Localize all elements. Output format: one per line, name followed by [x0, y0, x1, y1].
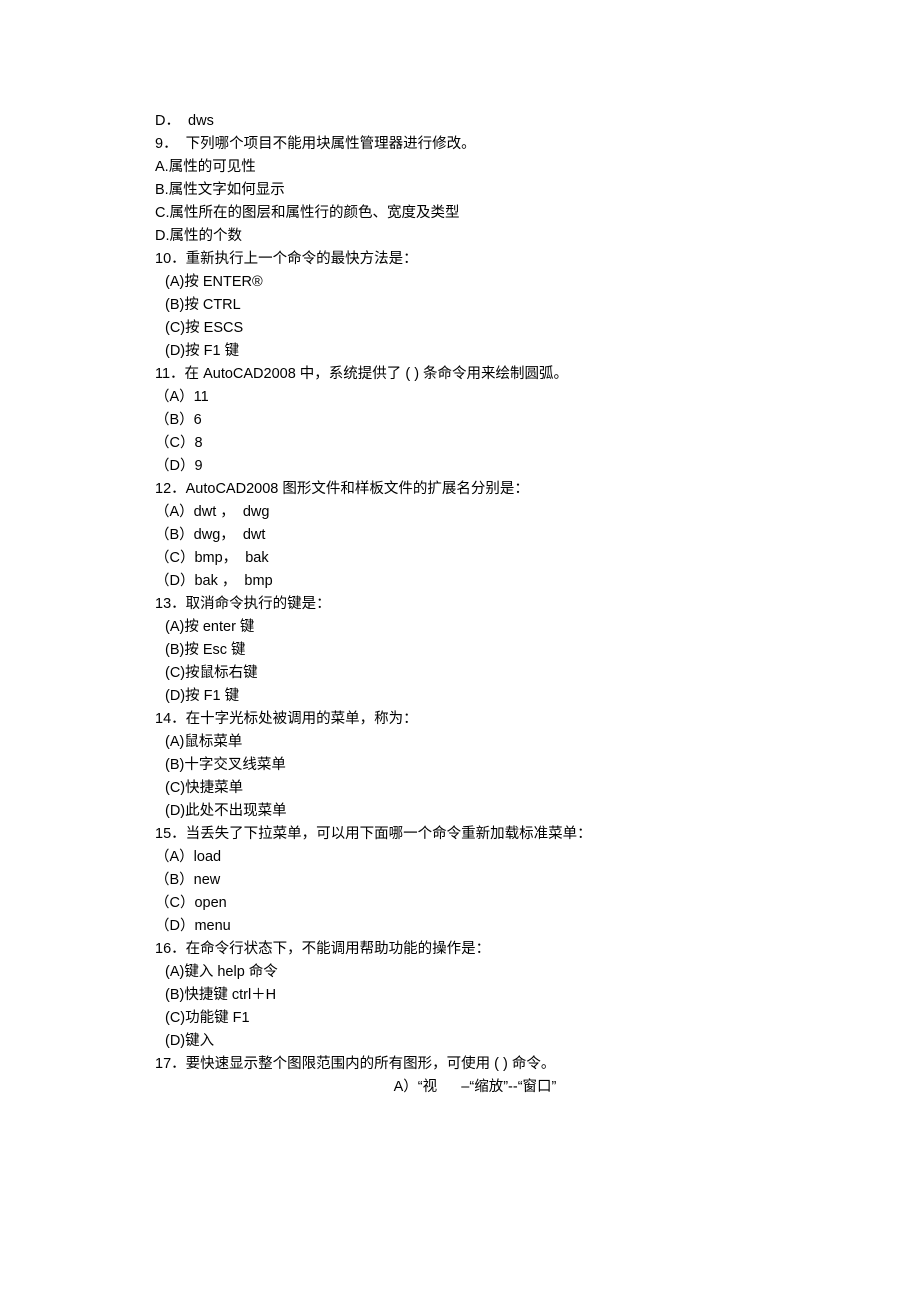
- q16-option-d: (D)键入: [155, 1030, 765, 1053]
- question-10: 10．重新执行上一个命令的最快方法是：: [155, 248, 765, 271]
- q10-option-b: (B)按 CTRL: [155, 294, 765, 317]
- q9-option-c: C.属性所在的图层和属性行的颜色、宽度及类型: [155, 202, 765, 225]
- q14-option-c: (C)快捷菜单: [155, 777, 765, 800]
- q9-option-d: D.属性的个数: [155, 225, 765, 248]
- q16-option-a: (A)键入 help 命令: [155, 961, 765, 984]
- q13-option-d: (D)按 F1 键: [155, 685, 765, 708]
- q13-option-c: (C)按鼠标右键: [155, 662, 765, 685]
- q15-option-d: （D）menu: [155, 915, 765, 938]
- question-16: 16．在命令行状态下，不能调用帮助功能的操作是：: [155, 938, 765, 961]
- q11-option-c: （C）8: [155, 432, 765, 455]
- option-d-dws: D． dws: [155, 110, 765, 133]
- q10-option-a: (A)按 ENTER®: [155, 271, 765, 294]
- question-12: 12．AutoCAD2008 图形文件和样板文件的扩展名分别是：: [155, 478, 765, 501]
- question-13: 13．取消命令执行的键是：: [155, 593, 765, 616]
- q11-option-a: （A）11: [155, 386, 765, 409]
- q13-option-a: (A)按 enter 键: [155, 616, 765, 639]
- q9-option-a: A.属性的可见性: [155, 156, 765, 179]
- q16-option-c: (C)功能键 F1: [155, 1007, 765, 1030]
- question-14: 14．在十字光标处被调用的菜单，称为：: [155, 708, 765, 731]
- q10-option-c: (C)按 ESCS: [155, 317, 765, 340]
- question-17: 17．要快速显示整个图限范围内的所有图形，可使用 ( ) 命令。: [155, 1053, 765, 1076]
- q13-option-b: (B)按 Esc 键: [155, 639, 765, 662]
- q12-option-b: （B）dwg， dwt: [155, 524, 765, 547]
- q15-option-b: （B）new: [155, 869, 765, 892]
- q15-option-a: （A）load: [155, 846, 765, 869]
- q12-option-d: （D）bak ， bmp: [155, 570, 765, 593]
- q16-option-b: (B)快捷键 ctrl＋H: [155, 984, 765, 1007]
- q14-option-b: (B)十字交叉线菜单: [155, 754, 765, 777]
- q11-option-d: （D）9: [155, 455, 765, 478]
- q15-option-c: （C）open: [155, 892, 765, 915]
- q14-option-d: (D)此处不出现菜单: [155, 800, 765, 823]
- q11-option-b: （B）6: [155, 409, 765, 432]
- q9-option-b: B.属性文字如何显示: [155, 179, 765, 202]
- q14-option-a: (A)鼠标菜单: [155, 731, 765, 754]
- q17-option-a: A）“视 –“缩放”--“窗口”: [155, 1076, 765, 1099]
- q12-option-c: （C）bmp， bak: [155, 547, 765, 570]
- question-11: 11．在 AutoCAD2008 中，系统提供了 ( ) 条命令用来绘制圆弧。: [155, 363, 765, 386]
- document-page: D． dws 9． 下列哪个项目不能用块属性管理器进行修改。 A.属性的可见性 …: [0, 0, 920, 1303]
- question-15: 15．当丢失了下拉菜单，可以用下面哪一个命令重新加载标准菜单：: [155, 823, 765, 846]
- q12-option-a: （A）dwt ， dwg: [155, 501, 765, 524]
- q10-option-d: (D)按 F1 键: [155, 340, 765, 363]
- question-9: 9． 下列哪个项目不能用块属性管理器进行修改。: [155, 133, 765, 156]
